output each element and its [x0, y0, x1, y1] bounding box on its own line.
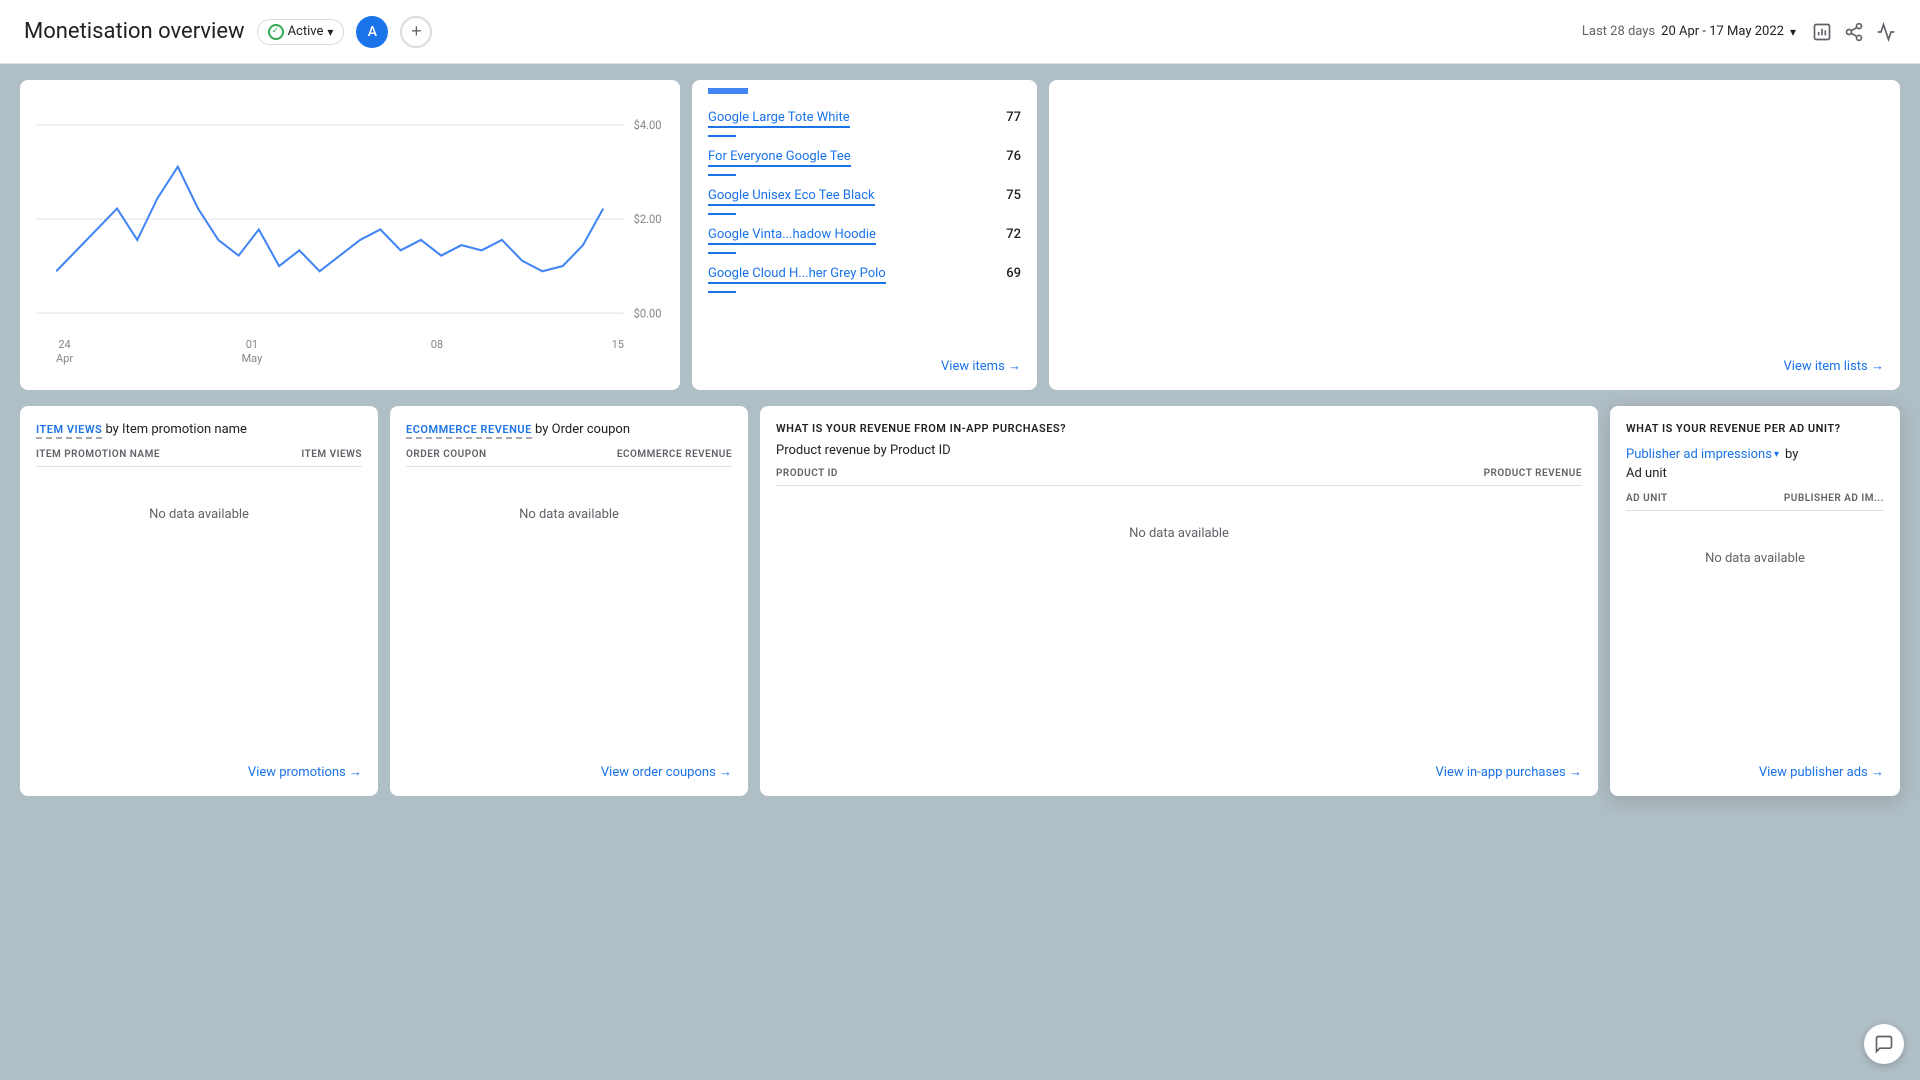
top-row: $4.00 $2.00 $0.00 24Apr 01May 08 15	[20, 80, 1900, 390]
view-publisher-ads-link[interactable]: View publisher ads →	[1759, 764, 1884, 780]
inapp-no-data: No data available	[776, 526, 1582, 541]
x-label-24apr: 24Apr	[56, 338, 73, 367]
item-row-1: Google Large Tote White 77	[708, 104, 1021, 131]
col-header-ad-unit: AD UNIT	[1626, 493, 1668, 504]
x-label-08: 08	[431, 338, 443, 367]
inapp-sub-title: Product revenue by Product ID	[776, 443, 1582, 458]
date-chevron-icon: ▾	[1790, 25, 1796, 39]
metric-dropdown-arrow: ▾	[1774, 449, 1779, 460]
main-content: $4.00 $2.00 $0.00 24Apr 01May 08 15	[0, 64, 1920, 812]
chevron-down-icon: ▾	[327, 25, 333, 39]
status-badge[interactable]: Active ▾	[257, 19, 345, 45]
col-header-ecommerce: ECOMMERCE REVENUE	[617, 449, 732, 460]
item-name-4: Google Vinta...hadow Hoodie	[708, 227, 876, 242]
share-icon[interactable]	[1844, 22, 1864, 42]
view-inapp-link[interactable]: View in-app purchases →	[1436, 764, 1582, 780]
top-bar-right: Last 28 days 20 Apr - 17 May 2022 ▾	[1582, 22, 1896, 42]
items-table: Google Large Tote White 77 For Everyone …	[708, 88, 1021, 293]
item-lists-panel: View item lists →	[1049, 80, 1900, 390]
col-header-product-revenue: PRODUCT REVENUE	[1484, 468, 1582, 479]
item-views-main-title[interactable]: Item Views	[36, 423, 102, 439]
item-name-5: Google Cloud H...her Grey Polo	[708, 266, 886, 281]
inapp-section-label: WHAT IS YOUR REVENUE FROM IN-APP PURCHAS…	[776, 422, 1582, 435]
date-range[interactable]: Last 28 days 20 Apr - 17 May 2022 ▾	[1582, 24, 1796, 39]
ecommerce-no-data: No data available	[406, 507, 732, 522]
svg-text:$4.00: $4.00	[634, 118, 662, 132]
item-value-4: 72	[991, 227, 1021, 242]
inapp-col-headers: PRODUCT ID PRODUCT REVENUE	[776, 468, 1582, 486]
ad-metric-selector: Publisher ad impressions ▾ by	[1626, 447, 1884, 462]
avatar[interactable]: A	[356, 16, 388, 48]
item-row-4: Google Vinta...hadow Hoodie 72	[708, 221, 1021, 248]
item-row-5: Google Cloud H...her Grey Polo 69	[708, 260, 1021, 287]
svg-text:$0.00: $0.00	[634, 306, 662, 320]
analytics-icon[interactable]	[1876, 22, 1896, 42]
toolbar-icons	[1812, 22, 1896, 42]
ecommerce-panel: Ecommerce revenue by Order coupon ORDER …	[390, 406, 748, 796]
col-header-promotion: ITEM PROMOTION NAME	[36, 449, 160, 460]
ecommerce-main-title[interactable]: Ecommerce revenue	[406, 423, 532, 439]
status-label: Active	[288, 24, 324, 39]
date-range-value: 20 Apr - 17 May 2022	[1661, 24, 1784, 39]
page-title: Monetisation overview	[24, 19, 245, 44]
item-name-3: Google Unisex Eco Tee Black	[708, 188, 875, 203]
x-label-01may: 01May	[242, 338, 263, 367]
feedback-button[interactable]	[1864, 1024, 1904, 1064]
col-header-product-id: PRODUCT ID	[776, 468, 838, 479]
item-views-panel: Item Views by Item promotion name ITEM P…	[20, 406, 378, 796]
bottom-row: Item Views by Item promotion name ITEM P…	[20, 406, 1900, 796]
item-value-2: 76	[991, 149, 1021, 164]
item-row-3: Google Unisex Eco Tee Black 75	[708, 182, 1021, 209]
line-chart: $4.00 $2.00 $0.00	[36, 104, 664, 334]
ad-by-label: by	[1785, 447, 1798, 462]
x-label-15: 15	[612, 338, 624, 367]
item-row-2: For Everyone Google Tee 76	[708, 143, 1021, 170]
ecommerce-col-headers: ORDER COUPON ECOMMERCE REVENUE	[406, 449, 732, 467]
view-items-link[interactable]: View items →	[941, 358, 1021, 374]
col-header-item-views: ITEM VIEWS	[301, 449, 362, 460]
chart-panel: $4.00 $2.00 $0.00 24Apr 01May 08 15	[20, 80, 680, 390]
add-button[interactable]: +	[400, 16, 432, 48]
publisher-ads-col-headers: AD UNIT PUBLISHER AD IM...	[1626, 493, 1884, 511]
chart-container: $4.00 $2.00 $0.00	[36, 104, 664, 334]
ad-metric-name[interactable]: Publisher ad impressions ▾	[1626, 447, 1779, 462]
check-icon	[268, 24, 284, 40]
top-bar: Monetisation overview Active ▾ A + Last …	[0, 0, 1920, 64]
publisher-ads-panel: WHAT IS YOUR REVENUE PER AD UNIT? Publis…	[1610, 406, 1900, 796]
col-header-coupon: ORDER COUPON	[406, 449, 487, 460]
view-item-lists-link[interactable]: View item lists →	[1784, 358, 1884, 374]
item-views-title: Item Views by Item promotion name	[36, 422, 362, 437]
chart-x-labels: 24Apr 01May 08 15	[36, 334, 664, 367]
publisher-ads-no-data: No data available	[1626, 551, 1884, 566]
report-icon[interactable]	[1812, 22, 1832, 42]
publisher-ads-section-label: WHAT IS YOUR REVENUE PER AD UNIT?	[1626, 422, 1884, 435]
item-views-col-headers: ITEM PROMOTION NAME ITEM VIEWS	[36, 449, 362, 467]
date-prefix-label: Last 28 days	[1582, 24, 1655, 39]
top-items-panel: Google Large Tote White 77 For Everyone …	[692, 80, 1037, 390]
view-promotions-link[interactable]: View promotions →	[248, 764, 362, 780]
item-value-5: 69	[991, 266, 1021, 281]
item-value-1: 77	[991, 110, 1021, 125]
svg-text:$2.00: $2.00	[634, 212, 662, 226]
col-header-publisher-ad-im: PUBLISHER AD IM...	[1784, 493, 1884, 504]
item-name-2: For Everyone Google Tee	[708, 149, 851, 164]
item-views-no-data: No data available	[36, 507, 362, 522]
view-coupons-link[interactable]: View order coupons →	[601, 764, 732, 780]
ecommerce-title: Ecommerce revenue by Order coupon	[406, 422, 732, 437]
inapp-panel: WHAT IS YOUR REVENUE FROM IN-APP PURCHAS…	[760, 406, 1598, 796]
item-name-1: Google Large Tote White	[708, 110, 850, 125]
item-value-3: 75	[991, 188, 1021, 203]
ad-group-by: Ad unit	[1626, 466, 1884, 481]
top-bar-left: Monetisation overview Active ▾ A +	[24, 16, 432, 48]
feedback-icon	[1874, 1034, 1894, 1054]
